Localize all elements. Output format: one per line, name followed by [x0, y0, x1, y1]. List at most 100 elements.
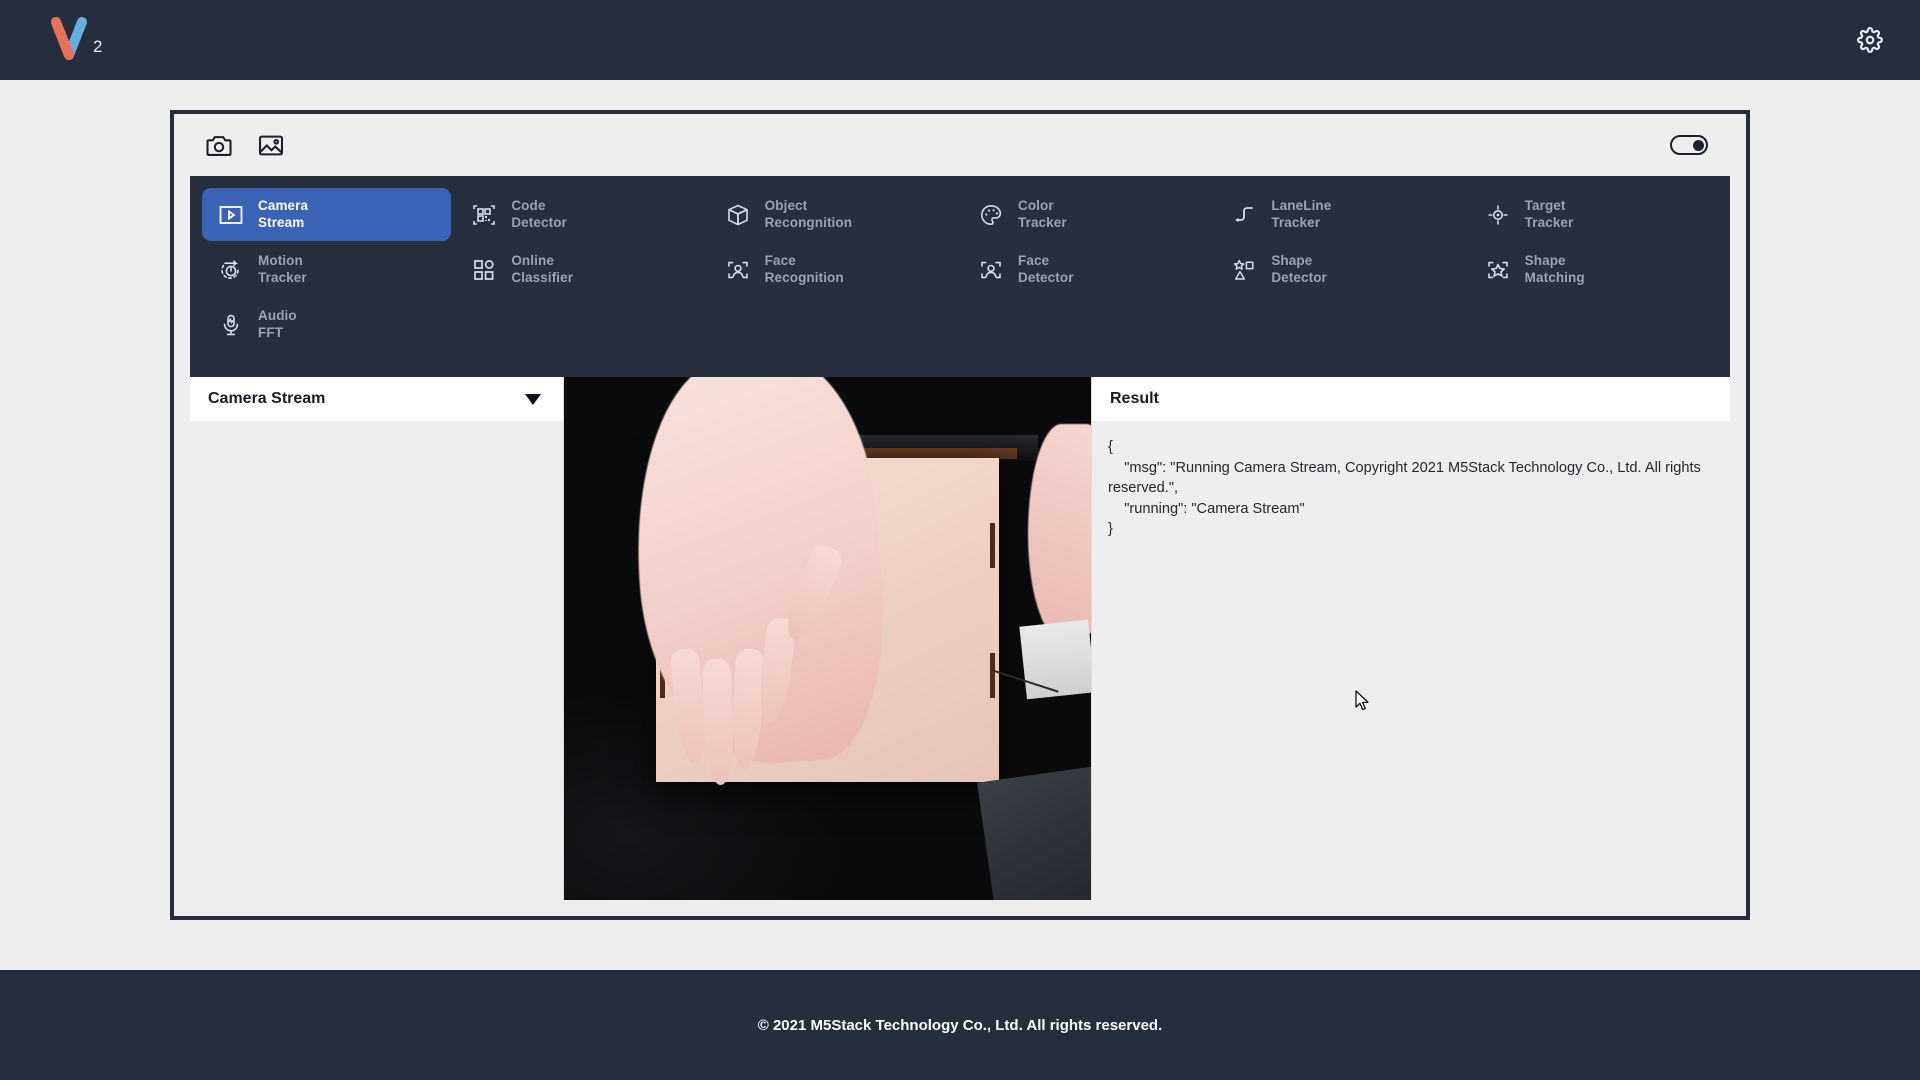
- microphone-icon: [218, 312, 244, 338]
- function-label-line1: Camera: [258, 198, 308, 214]
- palette-icon: [978, 202, 1004, 228]
- function-label-line1: Motion: [258, 253, 307, 269]
- function-shape-matching[interactable]: Shape Matching: [1469, 243, 1718, 296]
- gear-icon: [1857, 27, 1883, 53]
- function-motion-tracker[interactable]: Motion Tracker: [202, 243, 451, 296]
- page-body: Camera Stream Code Detector: [0, 80, 1920, 970]
- video-paper: [1019, 619, 1091, 699]
- function-label: Shape Detector: [1271, 253, 1327, 286]
- function-label-line2: Tracker: [1018, 215, 1067, 231]
- function-label: Shape Matching: [1525, 253, 1585, 286]
- chevron-down-icon[interactable]: [525, 394, 541, 405]
- function-label-line2: Classifier: [511, 270, 573, 286]
- function-object-recognition[interactable]: Object Recongnition: [709, 188, 958, 241]
- function-audio-fft[interactable]: Audio FFT: [202, 298, 451, 351]
- function-label: Motion Tracker: [258, 253, 307, 286]
- video-frame: [564, 377, 1091, 900]
- face-scan-icon: [978, 257, 1004, 283]
- function-label-line2: FFT: [258, 325, 297, 341]
- lane-line-icon: [1231, 202, 1257, 228]
- function-color-tracker[interactable]: Color Tracker: [962, 188, 1211, 241]
- function-shape-detector[interactable]: Shape Detector: [1215, 243, 1464, 296]
- function-label-line2: Recongnition: [765, 215, 852, 231]
- function-label-line2: Tracker: [258, 270, 307, 286]
- grid-shapes-icon: [471, 257, 497, 283]
- content-area: Camera Stream: [190, 377, 1730, 900]
- left-panel-body: [190, 421, 563, 900]
- function-online-classifier[interactable]: Online Classifier: [455, 243, 704, 296]
- camera-stream-video[interactable]: [564, 377, 1091, 900]
- play-screen-icon: [218, 202, 244, 228]
- image-icon: [258, 134, 284, 157]
- function-target-tracker[interactable]: Target Tracker: [1469, 188, 1718, 241]
- function-code-detector[interactable]: Code Detector: [455, 188, 704, 241]
- result-panel-title: Result: [1110, 390, 1159, 408]
- result-panel-header: Result: [1092, 377, 1730, 421]
- function-label-line1: Target: [1525, 198, 1574, 214]
- function-grid: Camera Stream Code Detector: [190, 176, 1730, 377]
- mode-select[interactable]: Camera Stream: [190, 377, 563, 421]
- result-panel: Result { "msg": "Running Camera Stream, …: [1091, 377, 1730, 900]
- camera-icon: [206, 134, 232, 157]
- function-label: Object Recongnition: [765, 198, 852, 231]
- shapes-icon: [1231, 257, 1257, 283]
- box-notch: [990, 523, 995, 568]
- function-label-line2: Detector: [511, 215, 567, 231]
- function-label: Face Detector: [1018, 253, 1074, 286]
- function-label-line1: Color: [1018, 198, 1067, 214]
- top-navbar: 2: [0, 0, 1920, 80]
- function-label-line2: Detector: [1018, 270, 1074, 286]
- function-label-line1: Online: [511, 253, 573, 269]
- toolbar-left-group: [206, 134, 284, 157]
- left-panel: Camera Stream: [190, 377, 564, 900]
- function-label-line1: Code: [511, 198, 567, 214]
- function-camera-stream[interactable]: Camera Stream: [202, 188, 451, 241]
- card-toolbar: [174, 114, 1746, 176]
- star-scan-icon: [1485, 257, 1511, 283]
- page-footer: © 2021 M5Stack Technology Co., Ltd. All …: [0, 970, 1920, 1080]
- function-label-line2: Detector: [1271, 270, 1327, 286]
- function-label-line2: Matching: [1525, 270, 1585, 286]
- logo-subscript: 2: [93, 37, 102, 57]
- function-label-line1: Face: [765, 253, 844, 269]
- function-face-recognition[interactable]: Face Recognition: [709, 243, 958, 296]
- footer-copyright: © 2021 M5Stack Technology Co., Ltd. All …: [758, 1017, 1163, 1034]
- crosshair-icon: [1485, 202, 1511, 228]
- v2-logo-icon: [50, 17, 90, 63]
- function-label-line1: Object: [765, 198, 852, 214]
- function-label: Online Classifier: [511, 253, 573, 286]
- capture-photo-button[interactable]: [206, 134, 232, 157]
- function-label-line1: Shape: [1525, 253, 1585, 269]
- function-label: Audio FFT: [258, 308, 297, 341]
- mode-select-label: Camera Stream: [208, 390, 325, 408]
- function-label-line1: Shape: [1271, 253, 1327, 269]
- app-logo[interactable]: 2: [50, 17, 102, 63]
- box-notch: [990, 653, 995, 698]
- settings-button[interactable]: [1850, 20, 1890, 60]
- function-label: Camera Stream: [258, 198, 308, 231]
- result-json-output: { "msg": "Running Camera Stream, Copyrig…: [1092, 421, 1730, 900]
- cube-icon: [725, 202, 751, 228]
- stream-toggle[interactable]: [1670, 135, 1708, 155]
- motion-icon: [218, 257, 244, 283]
- open-image-button[interactable]: [258, 134, 284, 157]
- function-label-line2: Tracker: [1271, 215, 1331, 231]
- function-label-line1: LaneLine: [1271, 198, 1331, 214]
- function-label-line2: Tracker: [1525, 215, 1574, 231]
- app-card: Camera Stream Code Detector: [170, 110, 1750, 920]
- toggle-knob: [1693, 140, 1704, 151]
- function-label: Color Tracker: [1018, 198, 1067, 231]
- function-label-line1: Face: [1018, 253, 1074, 269]
- function-label: Code Detector: [511, 198, 567, 231]
- function-label-line2: Recognition: [765, 270, 844, 286]
- function-label: Target Tracker: [1525, 198, 1574, 231]
- function-label: LaneLine Tracker: [1271, 198, 1331, 231]
- function-label-line1: Audio: [258, 308, 297, 324]
- function-label: Face Recognition: [765, 253, 844, 286]
- qr-code-icon: [471, 202, 497, 228]
- function-label-line2: Stream: [258, 215, 308, 231]
- function-face-detector[interactable]: Face Detector: [962, 243, 1211, 296]
- face-scan-icon: [725, 257, 751, 283]
- video-laptop: [977, 767, 1091, 900]
- function-laneline-tracker[interactable]: LaneLine Tracker: [1215, 188, 1464, 241]
